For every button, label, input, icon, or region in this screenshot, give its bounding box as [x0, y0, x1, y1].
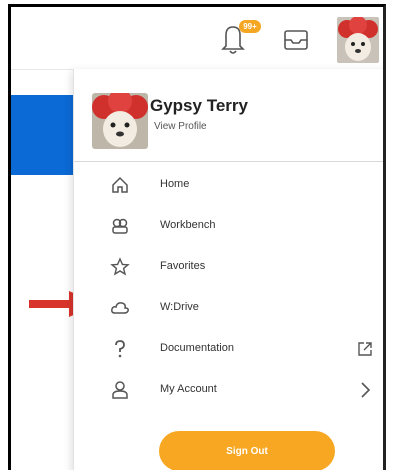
account-dropdown-panel: Gypsy Terry View Profile Home Workbench …: [73, 69, 383, 470]
menu-item-wdrive[interactable]: W:Drive: [74, 288, 383, 328]
home-icon: [112, 176, 128, 193]
menu-item-my-account[interactable]: My Account: [74, 370, 383, 410]
menu-item-favorites[interactable]: Favorites: [74, 247, 383, 287]
notification-badge: 99+: [239, 20, 261, 33]
menu-item-label: Documentation: [160, 342, 234, 354]
background-blue-panel: [11, 95, 73, 175]
app-frame: 99+ Gypsy Terry View Profile Home Workbe…: [8, 4, 386, 470]
workbench-icon: [112, 218, 128, 234]
menu-item-workbench[interactable]: Workbench: [74, 206, 383, 246]
profile-section[interactable]: Gypsy Terry View Profile: [74, 69, 383, 162]
inbox-icon: [284, 30, 308, 50]
profile-avatar: [92, 93, 148, 149]
avatar-image: [337, 17, 379, 63]
star-icon: [110, 257, 130, 276]
cloud-icon: [111, 302, 129, 314]
user-avatar-button[interactable]: [337, 17, 379, 63]
sign-out-button[interactable]: Sign Out: [159, 431, 335, 470]
menu-item-label: Favorites: [160, 260, 206, 272]
notifications-button[interactable]: 99+: [219, 20, 261, 57]
menu-item-home[interactable]: Home: [74, 165, 383, 205]
menu-item-label: Workbench: [160, 219, 216, 231]
person-icon: [112, 381, 128, 399]
question-icon: [115, 340, 125, 358]
external-link-icon: [358, 342, 372, 356]
chevron-right-icon: [361, 382, 371, 398]
menu-item-label: My Account: [160, 383, 217, 395]
view-profile-link[interactable]: View Profile: [154, 121, 207, 132]
menu-item-documentation[interactable]: Documentation: [74, 329, 383, 369]
profile-name: Gypsy Terry: [150, 96, 248, 115]
inbox-button[interactable]: [283, 29, 309, 51]
menu-item-label: Home: [160, 178, 190, 190]
profile-avatar-image: [92, 93, 148, 149]
menu-item-label: W:Drive: [160, 301, 199, 313]
top-bar: 99+: [11, 7, 383, 70]
